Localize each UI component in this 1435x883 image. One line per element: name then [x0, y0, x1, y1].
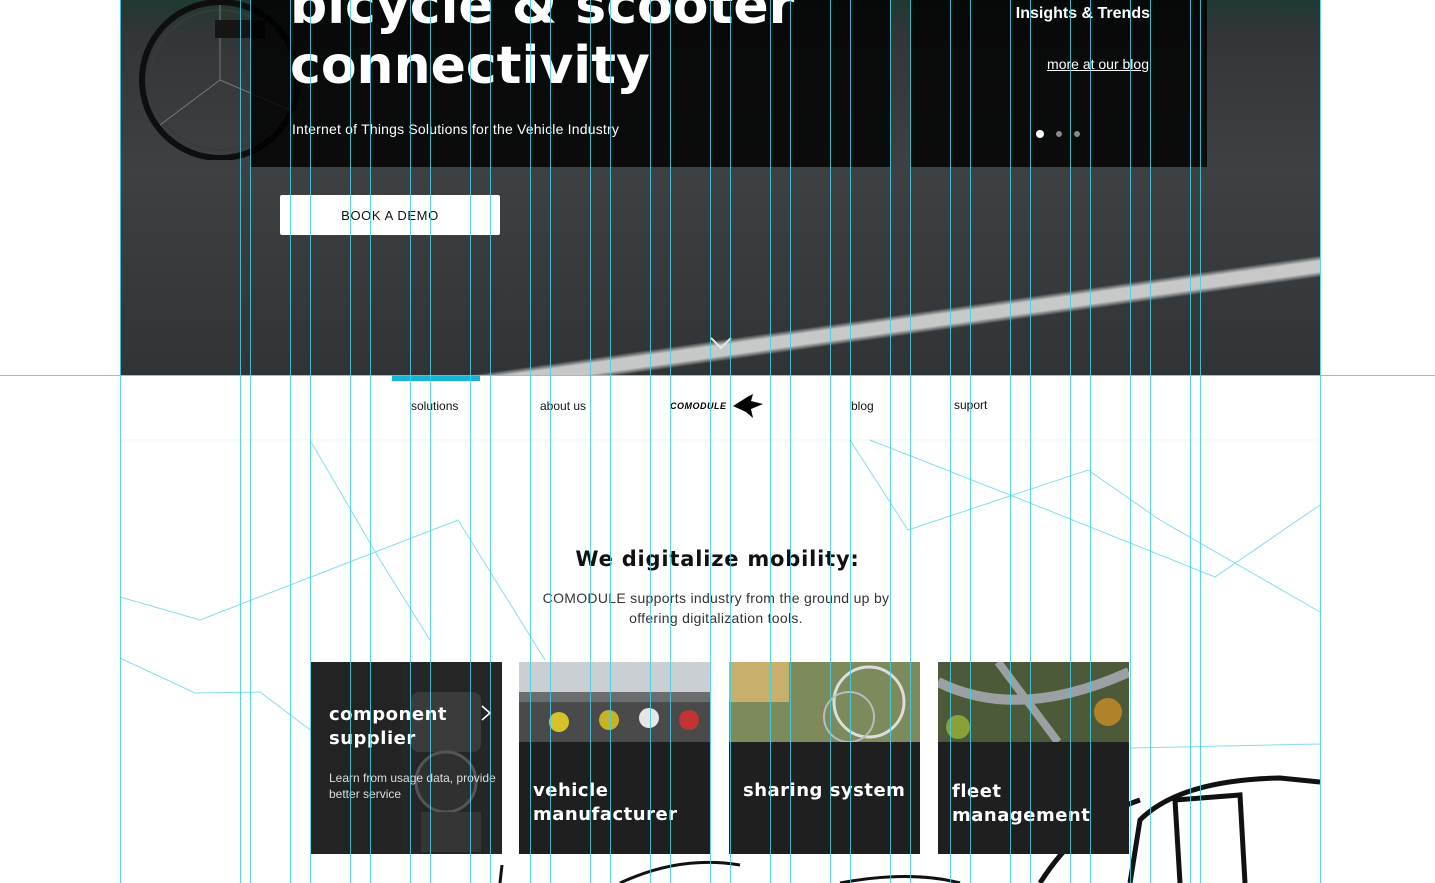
card-description: Learn from usage data, provide better se…: [329, 771, 496, 801]
card-title: vehicle manufacturer: [533, 780, 678, 825]
insights-heading: Insights & Trends: [1015, 5, 1150, 22]
card-title: fleet management: [952, 781, 1091, 826]
nav-item-blog[interactable]: blog: [851, 399, 874, 413]
nav-item-support[interactable]: suport: [954, 398, 987, 412]
card-sharing-system[interactable]: sharing system: [729, 662, 920, 854]
blog-link[interactable]: more at our blog: [1047, 56, 1149, 72]
section-title: We digitalize mobility:: [575, 547, 860, 571]
slider-dot-1[interactable]: [1036, 130, 1044, 138]
engine-image: [401, 662, 502, 854]
logo-arrow-icon: [732, 394, 763, 418]
card-component-supplier[interactable]: component supplier Learn from usage data…: [311, 662, 502, 854]
logo-wordmark: COMODULE: [670, 401, 727, 411]
nav-item-solutions[interactable]: solutions: [411, 399, 458, 413]
slider-dots: [1036, 130, 1080, 138]
slider-dot-2[interactable]: [1056, 131, 1062, 137]
bicycles-photo: [729, 662, 920, 742]
slider-dot-3[interactable]: [1074, 131, 1080, 137]
card-vehicle-manufacturer[interactable]: vehicle manufacturer: [519, 662, 710, 854]
card-fleet-management[interactable]: fleet management: [938, 662, 1129, 854]
comodule-logo[interactable]: COMODULE: [670, 391, 772, 421]
hero-subtitle: Internet of Things Solutions for the Veh…: [292, 121, 620, 137]
highway-aerial-photo: [938, 662, 1129, 742]
section-description: COMODULE supports industry from the grou…: [542, 590, 890, 626]
guide-line: [1320, 0, 1321, 883]
scooters-photo: [519, 662, 710, 742]
nav-active-indicator: [392, 375, 480, 381]
nav-item-about-us[interactable]: about us: [540, 399, 586, 413]
chevron-down-icon[interactable]: [710, 336, 732, 350]
main-navigation: solutions about us COMODULE blog suport: [120, 375, 1320, 439]
insights-panel: [910, 0, 1207, 167]
card-title: sharing system: [743, 780, 906, 801]
hero-title: bicycle & scooter connectivity: [290, 0, 795, 96]
hero-banner: bicycle & scooter connectivity Internet …: [120, 0, 1320, 375]
card-title: component supplier: [329, 704, 447, 749]
chevron-right-icon[interactable]: [479, 704, 493, 722]
book-demo-button[interactable]: BOOK A DEMO: [280, 195, 500, 235]
